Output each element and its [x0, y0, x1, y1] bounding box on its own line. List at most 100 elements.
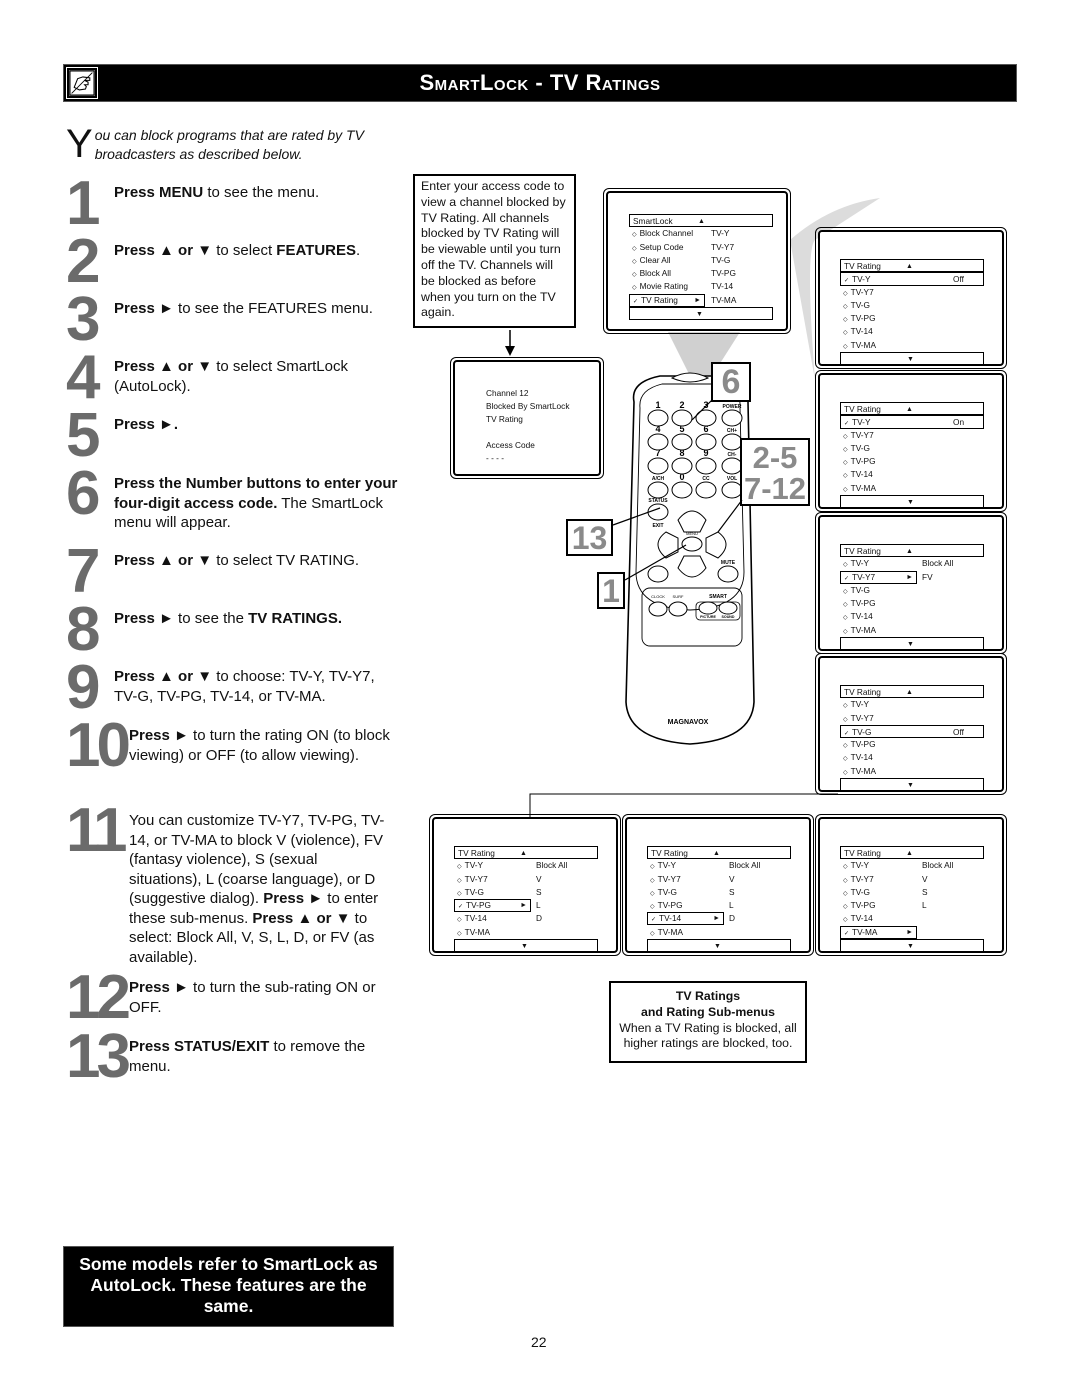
- smart-sound-button[interactable]: [718, 601, 738, 615]
- osd-menu-item[interactable]: ◇ Block All TV-PG: [629, 267, 773, 280]
- osd-item-label: Setup Code: [639, 241, 684, 252]
- rating-value: Off: [953, 274, 964, 285]
- rating-row[interactable]: ◇ TV-PG: [840, 738, 984, 751]
- rating-row[interactable]: ◇ TV-Y: [840, 698, 984, 711]
- rating-row[interactable]: ◇ TV-G: [840, 584, 984, 597]
- rating-row[interactable]: ◇ TV-G S: [454, 886, 598, 899]
- rating-row[interactable]: ✓ TV-Y7 ► FV: [840, 570, 984, 584]
- osd-scroll-down-row[interactable]: ▼: [840, 352, 984, 366]
- osd-item-label-wrap: ✓ TV Rating ►: [629, 293, 705, 307]
- rating-row[interactable]: ◇ TV-MA: [454, 926, 598, 939]
- diamond-bullet-icon: ◇: [843, 588, 848, 595]
- rating-label: TV-14: [850, 326, 873, 337]
- remote-button-cc[interactable]: [695, 481, 717, 499]
- blocked-line: TV Rating: [486, 414, 523, 424]
- rating-row[interactable]: ◇ TV-Y7 V: [454, 873, 598, 886]
- status-exit-button[interactable]: [647, 503, 669, 521]
- step-text-plain: to select: [212, 242, 277, 259]
- osd-menu-item[interactable]: ◇ Setup Code TV-Y7: [629, 241, 773, 254]
- header-bar: SmartLock - TV Ratings: [63, 64, 1017, 102]
- osd-scroll-down-row[interactable]: ▼: [629, 307, 773, 321]
- rating-row[interactable]: ◇ TV-Y7 V: [647, 873, 791, 886]
- mute-button[interactable]: [717, 565, 739, 583]
- rating-row[interactable]: ◇ TV-14: [840, 751, 984, 764]
- osd-scroll-down-row[interactable]: ▼: [840, 939, 984, 953]
- rating-row[interactable]: ✓ TV-14 ► D: [647, 912, 791, 926]
- surf-button[interactable]: [668, 601, 688, 617]
- rating-row[interactable]: ◇ TV-Y7: [840, 429, 984, 442]
- osd-scroll-down-row[interactable]: ▼: [647, 939, 791, 953]
- rating-label: TV-G: [850, 299, 870, 310]
- rating-row[interactable]: ✓ TV-G Off: [840, 724, 984, 739]
- rating-row[interactable]: ◇ TV-14: [840, 325, 984, 338]
- osd-menu-item[interactable]: ◇ Clear All TV-G: [629, 254, 773, 267]
- rating-label: TV-MA: [850, 624, 876, 635]
- step-text-plain: .: [356, 242, 361, 259]
- osd-scroll-down-row[interactable]: ▼: [840, 778, 984, 792]
- clock-button[interactable]: [648, 601, 668, 617]
- rating-row[interactable]: ◇ TV-PG: [840, 455, 984, 468]
- rating-row[interactable]: ◇ TV-PG L: [647, 899, 791, 912]
- rating-row[interactable]: ◇ TV-G S: [647, 886, 791, 899]
- rating-row[interactable]: ◇ TV-14: [840, 912, 984, 925]
- rating-row[interactable]: ✓ TV-MA ►: [840, 925, 984, 939]
- rating-label: TV-Y7: [852, 571, 876, 582]
- osd-scroll-down-row[interactable]: ▼: [454, 939, 598, 953]
- rating-label: TV-Y: [852, 274, 871, 285]
- osd-menu-item[interactable]: ◇ Block Channel TV-Y: [629, 227, 773, 240]
- right-arrow-icon: ►: [694, 296, 701, 304]
- rating-row[interactable]: ◇ TV-14: [840, 468, 984, 481]
- remote-button-label: 3: [703, 400, 708, 410]
- rating-row[interactable]: ◇ TV-MA: [647, 926, 791, 939]
- remote-button-label: 1: [655, 400, 660, 410]
- smart-picture-button[interactable]: [698, 601, 718, 615]
- rating-row[interactable]: ◇ TV-Y7: [840, 286, 984, 299]
- rating-row[interactable]: ◇ TV-MA: [840, 339, 984, 352]
- osd-menu-item[interactable]: ◇ Movie Rating TV-14: [629, 280, 773, 293]
- diamond-bullet-icon: ◇: [843, 290, 848, 297]
- remote-button-0[interactable]: [671, 481, 693, 499]
- rating-row[interactable]: ◇ TV-PG: [840, 312, 984, 325]
- rating-row[interactable]: ◇ TV-14 D: [454, 912, 598, 925]
- remote-button-power[interactable]: [721, 409, 743, 427]
- osd-menu-item[interactable]: ✓ TV Rating ► TV-MA: [629, 293, 773, 307]
- rating-row[interactable]: ◇ TV-Y7: [840, 712, 984, 725]
- remote-button-ch[interactable]: [721, 457, 743, 475]
- rating-row[interactable]: ◇ TV-Y Block All: [840, 557, 984, 570]
- remote-button-7[interactable]: [647, 457, 669, 475]
- rating-row[interactable]: ◇ TV-MA: [840, 624, 984, 637]
- remote-button-vol[interactable]: [721, 481, 743, 499]
- rating-row[interactable]: ◇ TV-MA: [840, 482, 984, 495]
- rating-row[interactable]: ◇ TV-Y7 V: [840, 873, 984, 886]
- remote-button-ach[interactable]: [647, 481, 669, 499]
- rating-row[interactable]: ✓ TV-Y On: [840, 415, 984, 429]
- rating-row[interactable]: ◇ TV-G: [840, 442, 984, 455]
- step-text: Press ► to see the FEATURES menu.: [114, 299, 399, 319]
- rating-row[interactable]: ◇ TV-14: [840, 610, 984, 623]
- osd-scroll-down-row[interactable]: ▼: [840, 637, 984, 651]
- step-callout-range: 2-5 7-12: [740, 438, 810, 506]
- diamond-bullet-icon: ◇: [457, 930, 462, 937]
- tv-rating-osd: TV Rating ▲ ✓ TV-Y On ◇ TV-Y7 ◇ TV-G ◇ TV-PG ◇ TV-14…: [840, 402, 984, 509]
- osd-scroll-down-row[interactable]: ▼: [840, 495, 984, 509]
- rating-row[interactable]: ◇ TV-Y Block All: [647, 859, 791, 872]
- diamond-bullet-icon: ◇: [843, 343, 848, 350]
- remote-button-9[interactable]: [695, 457, 717, 475]
- step-text-bold: Press ▲ or ▼: [252, 909, 351, 927]
- rating-row[interactable]: ◇ TV-PG: [840, 597, 984, 610]
- rating-value: Block All: [729, 860, 761, 871]
- rating-label: TV-14: [850, 752, 873, 763]
- remote-button-ch[interactable]: [721, 433, 743, 451]
- lower-left-button[interactable]: [647, 565, 669, 583]
- rating-row[interactable]: ✓ TV-PG ► L: [454, 899, 598, 913]
- menu-button[interactable]: [681, 536, 703, 552]
- tv-rating-screen: TV Rating ▲ ◇ TV-Y ◇ TV-Y7 ✓ TV-G Off ◇ TV-PG ◇ TV-1…: [815, 653, 1007, 795]
- rating-row[interactable]: ◇ TV-G S: [840, 886, 984, 899]
- rating-row[interactable]: ◇ TV-Y Block All: [840, 859, 984, 872]
- rating-row[interactable]: ✓ TV-Y Off: [840, 272, 984, 286]
- step-number: 2: [66, 227, 101, 296]
- rating-row[interactable]: ◇ TV-PG L: [840, 899, 984, 912]
- rating-row[interactable]: ◇ TV-G: [840, 299, 984, 312]
- rating-row[interactable]: ◇ TV-Y Block All: [454, 859, 598, 872]
- rating-row[interactable]: ◇ TV-MA: [840, 765, 984, 778]
